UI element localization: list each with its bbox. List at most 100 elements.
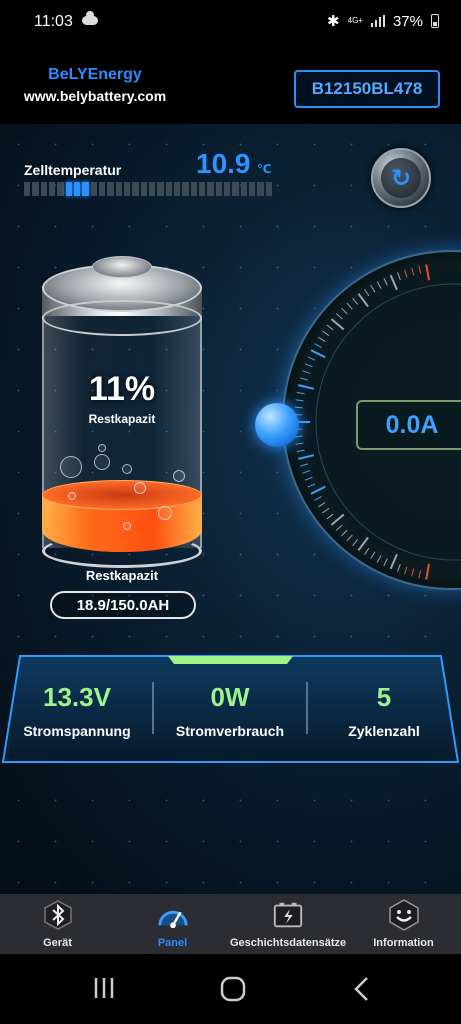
gauge-tick bbox=[357, 293, 369, 308]
brand-name: BeLYEnergy bbox=[48, 66, 142, 83]
gauge-tick bbox=[376, 555, 382, 563]
cycles-value: 5 bbox=[376, 682, 392, 712]
nav-label-information: Information bbox=[373, 937, 434, 949]
temperature-bar-segment bbox=[65, 182, 72, 196]
gauge-tick bbox=[310, 349, 326, 359]
gauge-tick bbox=[346, 302, 353, 310]
gauge-tick bbox=[341, 307, 348, 315]
gauge-tick bbox=[404, 566, 408, 575]
gauge-tick bbox=[404, 269, 408, 278]
temperature-bar-segment bbox=[73, 182, 81, 196]
temperature-bar-segment bbox=[257, 182, 264, 196]
gauge-tick bbox=[425, 563, 430, 580]
temperature-bar-segment bbox=[165, 182, 172, 196]
gauge-knob[interactable] bbox=[255, 403, 299, 447]
nav-item-information[interactable]: Information bbox=[346, 894, 461, 954]
gauge-tick bbox=[411, 267, 415, 276]
nav-item-device[interactable]: Gerät bbox=[0, 894, 115, 954]
network-type: 4G+ bbox=[347, 16, 363, 25]
gauge-tick bbox=[341, 529, 348, 537]
capacity-caption: Restkapazit bbox=[85, 568, 159, 583]
temperature-bar-segment bbox=[215, 182, 222, 196]
gauge-tick bbox=[364, 547, 370, 555]
bubble bbox=[94, 454, 110, 470]
system-nav-bar bbox=[0, 954, 461, 1024]
gauge-tick bbox=[296, 391, 305, 395]
gauge-tick bbox=[330, 513, 345, 526]
nav-item-panel[interactable]: Panel bbox=[115, 894, 230, 954]
power-value: 0W bbox=[210, 682, 250, 712]
gauge-tick bbox=[352, 539, 359, 547]
status-time: 11:03 bbox=[34, 13, 73, 30]
temperature-bar-segment bbox=[24, 182, 31, 196]
temperature-bar-segment bbox=[123, 182, 131, 196]
nav-label-history: Geschichtsdatensätze bbox=[230, 937, 347, 949]
gauge-tick bbox=[302, 470, 311, 474]
temperature-bar-segment bbox=[132, 182, 139, 196]
gauge-tick bbox=[336, 524, 343, 531]
gauge-tick bbox=[397, 272, 401, 280]
gauge-tick bbox=[304, 363, 313, 368]
gauge-tick bbox=[376, 281, 382, 289]
gauge-tick bbox=[298, 454, 315, 460]
gauge-tick bbox=[425, 264, 430, 281]
temperature-unit: ℃ bbox=[257, 162, 272, 176]
gauge-tick bbox=[326, 513, 334, 520]
device-id-button[interactable]: B12150BL478 bbox=[294, 70, 440, 108]
gauge-tick bbox=[318, 502, 326, 508]
temperature-bar-segment bbox=[48, 182, 56, 196]
nav-item-history[interactable]: Geschichtsdatensätze bbox=[230, 894, 346, 954]
gauge-tick bbox=[296, 449, 305, 453]
capacity-value: 18.9/150.0AH bbox=[50, 591, 196, 619]
battery-percent-label: Restkapazit bbox=[88, 412, 156, 426]
gauge-tick bbox=[411, 568, 415, 577]
back-button[interactable] bbox=[352, 976, 372, 1002]
gauge-tick bbox=[295, 399, 304, 402]
gauge-tick bbox=[294, 406, 303, 409]
gauge-tick bbox=[326, 324, 334, 331]
voltage-label: Stromspannung bbox=[23, 723, 131, 739]
gauge-tick bbox=[357, 536, 369, 551]
signal-icon bbox=[370, 15, 385, 27]
voltage-stat: 13.3V Stromspannung bbox=[2, 682, 152, 739]
battery-history-icon bbox=[272, 899, 304, 931]
temperature-bar bbox=[24, 182, 272, 196]
gauge-tick bbox=[330, 318, 345, 331]
gauge-tick bbox=[302, 370, 311, 374]
gauge-tick bbox=[418, 570, 422, 579]
temperature-bar-segment bbox=[207, 182, 214, 196]
refresh-icon: ↻ bbox=[381, 158, 421, 198]
gauge-tick bbox=[300, 377, 309, 381]
temperature-label: Zelltemperatur bbox=[24, 162, 122, 178]
bubble bbox=[158, 506, 172, 520]
nav-label-device: Gerät bbox=[43, 937, 72, 949]
refresh-button[interactable]: ↻ bbox=[371, 148, 431, 208]
gauge-tick bbox=[322, 330, 330, 336]
temperature-bar-segment bbox=[82, 182, 89, 196]
status-bar: 11:03 ✱ 4G+ 37% bbox=[0, 0, 461, 44]
bottom-nav: Gerät Panel Geschichtsdatensätze Informa… bbox=[0, 894, 461, 954]
gauge-tick bbox=[389, 553, 398, 570]
bubble bbox=[122, 464, 132, 474]
temperature-bar-segment bbox=[182, 182, 189, 196]
current-value: 0.0A bbox=[356, 400, 461, 450]
cycles-label: Zyklenzahl bbox=[348, 723, 420, 739]
gauge-tick bbox=[383, 558, 388, 567]
gauge-tick bbox=[383, 277, 388, 286]
recent-apps-button[interactable] bbox=[92, 976, 118, 1002]
temperature-bar-segment bbox=[265, 182, 272, 196]
home-button[interactable] bbox=[220, 976, 246, 1002]
gauge-tick bbox=[300, 463, 309, 467]
temperature-bar-segment bbox=[198, 182, 206, 196]
voltage-value: 13.3V bbox=[43, 682, 111, 712]
temperature-value: 10.9 bbox=[196, 148, 251, 179]
gauge-tick bbox=[364, 289, 370, 297]
gauge-tick bbox=[397, 564, 401, 572]
power-stat: 0W Stromverbrauch bbox=[155, 682, 305, 739]
gauge-tick bbox=[418, 265, 422, 274]
cloud-icon bbox=[82, 11, 98, 25]
temperature-bar-segment bbox=[90, 182, 97, 196]
temperature-bar-segment bbox=[190, 182, 197, 196]
gauge-tick bbox=[370, 285, 376, 293]
battery-percent-value: 11% bbox=[88, 370, 156, 408]
